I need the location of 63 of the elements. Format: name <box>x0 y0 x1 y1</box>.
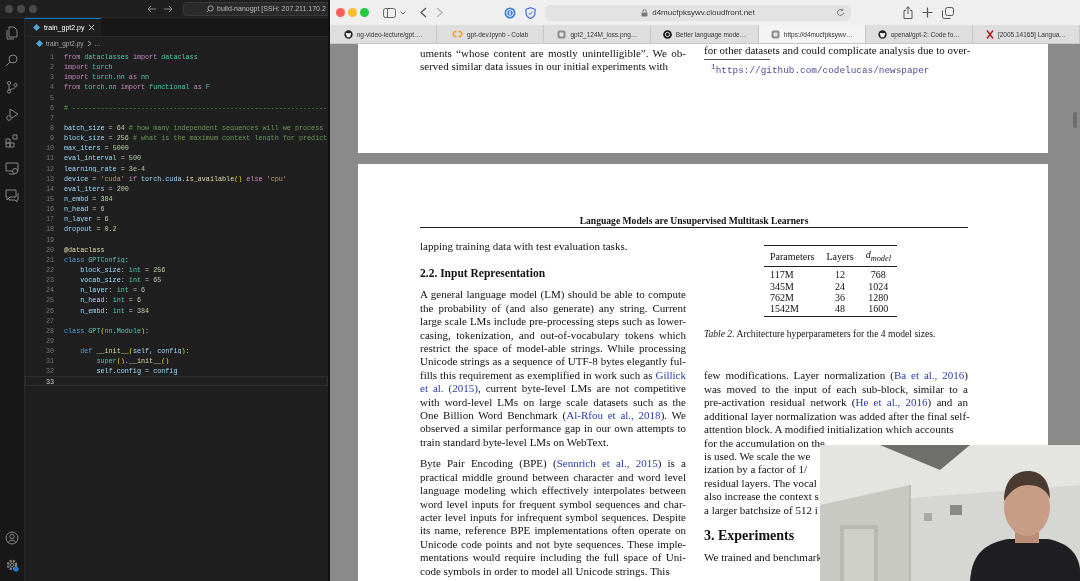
paragraph: for other datasets and could complicate analysis due to over- <box>704 44 968 58</box>
forward-arrow-icon[interactable] <box>163 4 173 13</box>
table-cell: 762M <box>770 291 794 303</box>
table-cell: 24 <box>835 280 846 292</box>
table-cell: 117M <box>770 269 794 281</box>
search-icon <box>206 4 214 13</box>
shield-icon[interactable] <box>525 6 536 19</box>
column-header: d$_{model}$ <box>865 249 891 260</box>
paragraph: We trained and benchmark <box>704 550 823 565</box>
rings-logo-icon <box>452 30 464 38</box>
remote-explorer-icon[interactable] <box>5 161 19 175</box>
page-icon <box>770 29 780 39</box>
sidebar-icon[interactable] <box>383 7 396 18</box>
table-caption: Table 2. Architecture hyperparameters for the 4 model sizes. <box>704 328 937 340</box>
chevron-right-icon <box>86 39 92 47</box>
table-cell: 48 <box>835 303 846 315</box>
settings-icon[interactable] <box>5 558 19 572</box>
table-cell: 345M <box>770 280 794 292</box>
extensions-icon[interactable] <box>5 134 19 148</box>
citation-link[interactable]: Gillick <box>655 368 686 381</box>
table-cell: 1600 <box>868 303 889 315</box>
citation-link[interactable]: et al. (2015) <box>420 382 478 395</box>
citation-link[interactable]: Al-Rfou et al., 2018 <box>566 409 661 422</box>
page-icon <box>557 29 567 39</box>
back-icon[interactable] <box>420 7 427 18</box>
share-icon[interactable] <box>903 6 913 19</box>
search-icon[interactable] <box>5 53 19 67</box>
paragraph: lapping training data with test evaluation tasks. <box>420 240 629 254</box>
table-cell: 1024 <box>868 280 889 292</box>
account-icon[interactable] <box>5 531 19 545</box>
address-field[interactable]: d4mucfpksywv.cloudfront.net <box>545 4 851 21</box>
lock-icon <box>641 8 649 17</box>
section-heading: 3. Experiments <box>704 527 796 544</box>
close-window-button[interactable] <box>336 8 345 17</box>
table-cell: 768 <box>870 269 886 281</box>
table-cell: 12 <box>835 269 846 281</box>
table-cell: 36 <box>835 291 846 303</box>
back-arrow-icon[interactable] <box>147 4 157 13</box>
chevron-down-icon[interactable] <box>400 10 406 15</box>
reload-icon[interactable] <box>836 8 845 17</box>
paragraph: Byte Pair Encoding (BPE) (Sennrich et al., 2015) is a practical middle ground between character and word level language modeling which effectively interpolates between word level inputs for frequent symbol sequences and char- acter level inputs for infrequent symbol sequences. Despite its name, reference BPE implementations often operate on Unicode code points and not byte sequences. These imple- mentations would require including the full space of Uni- code symbols in order to model all Unicode strings. This <box>420 457 686 578</box>
footnote-link[interactable]: $^{1}$https://github.com/codelucas/newspaper <box>704 62 930 77</box>
table-cell: 1280 <box>868 291 889 303</box>
files-icon[interactable] <box>5 26 19 40</box>
citation-link[interactable]: Ba et al., 2016 <box>893 369 965 382</box>
branch-icon[interactable] <box>5 80 19 94</box>
chat-icon[interactable] <box>5 188 19 202</box>
running-title: Language Models are Unsupervised Multitask Learners <box>420 215 968 228</box>
table-cell: 1542M <box>770 303 799 315</box>
paragraph: uments “whose content are mostly unintelligible”. We ob- served similar data issues in our initial experiments with <box>420 47 686 74</box>
run-debug-icon[interactable] <box>5 107 19 121</box>
new-tab-icon[interactable] <box>922 7 933 18</box>
paragraph: A general language model (LM) should be able to compute the probability of (and also generate) any string. Current large scale LMs include pre-processing steps such as lower- casing, tokenization, and out-of-vocabulary tokens which restrict the space of model-able strings. While processing Unicode strings as a sequence of UTF-8 bytes elegantly ful- fills this requirement as exemplified in work such as Gillick et al. (2015), current byte-level LMs are not competitive with word-level LMs on large scale datasets such as the One Billion Word Benchmark (Al-Rfou et al., 2018). We observed a similar performance gap in our own attempts to train standard byte-level LMs on WebText. <box>420 288 686 450</box>
subsection-heading: 2.2. Input Representation <box>420 267 547 280</box>
citation-link[interactable]: He et al., 2016 <box>855 396 928 409</box>
tab-overview-icon[interactable] <box>942 6 954 19</box>
column-header: Layers <box>826 251 854 262</box>
password-manager-icon[interactable] <box>504 6 516 19</box>
column-header: Parameters <box>770 251 815 262</box>
x-logo-icon <box>985 29 994 39</box>
citation-link[interactable]: Sennrich et al., 2015 <box>556 457 658 470</box>
python-file-icon <box>33 24 40 31</box>
close-icon[interactable] <box>88 24 96 31</box>
